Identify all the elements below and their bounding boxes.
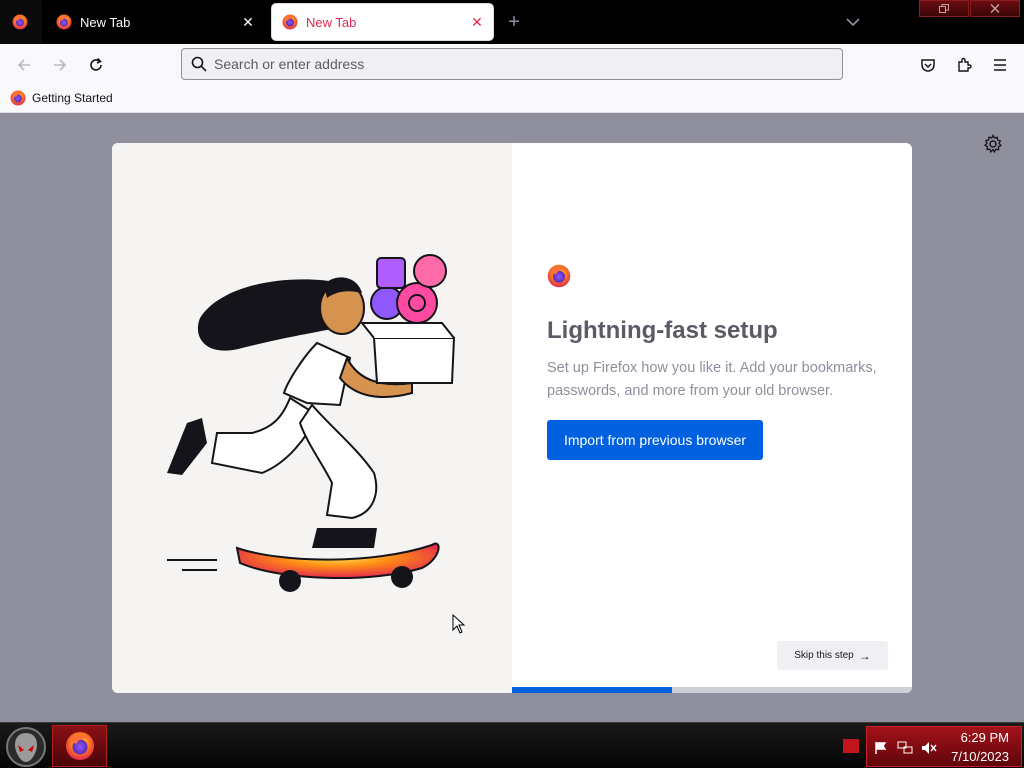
notification-icon[interactable] bbox=[843, 739, 859, 753]
taskbar: 6:29 PM 7/10/2023 bbox=[0, 722, 1024, 768]
pocket-icon bbox=[921, 59, 935, 72]
alien-start-icon bbox=[6, 727, 46, 767]
progress-fill bbox=[512, 687, 672, 693]
page-title: Lightning-fast setup bbox=[547, 317, 778, 344]
bookmarks-toolbar: Getting Started bbox=[0, 85, 1024, 113]
tab-label: New Tab bbox=[306, 14, 357, 30]
firefox-logo-icon bbox=[12, 14, 28, 30]
back-arrow-icon bbox=[17, 59, 30, 71]
progress-bar bbox=[512, 687, 912, 693]
tab-label: New Tab bbox=[80, 14, 131, 30]
back-button[interactable] bbox=[11, 52, 37, 78]
chevron-down-icon bbox=[846, 18, 860, 26]
speaker-muted-icon[interactable] bbox=[921, 741, 937, 755]
hamburger-menu-icon bbox=[994, 59, 1006, 71]
plus-icon: + bbox=[508, 10, 520, 33]
bookmark-label: Getting Started bbox=[32, 91, 113, 105]
firefox-logo-icon bbox=[56, 14, 72, 30]
restore-icon bbox=[939, 4, 949, 13]
page-content: Lightning-fast setup Set up Firefox how … bbox=[0, 113, 1024, 722]
list-all-tabs-button[interactable] bbox=[842, 12, 864, 32]
forward-arrow-icon bbox=[54, 59, 67, 71]
flag-icon[interactable] bbox=[873, 741, 889, 755]
reload-icon bbox=[90, 57, 102, 71]
tab-new-tab-active[interactable]: New Tab ✕ bbox=[272, 4, 493, 40]
clock-date[interactable]: 7/10/2023 bbox=[951, 749, 1009, 764]
onboarding-card: Lightning-fast setup Set up Firefox how … bbox=[112, 143, 912, 693]
skip-label: Skip this step bbox=[794, 650, 854, 661]
forward-button[interactable] bbox=[47, 52, 73, 78]
firefox-logo-icon bbox=[282, 14, 298, 30]
firefox-logo-icon bbox=[65, 731, 95, 761]
close-icon[interactable]: ✕ bbox=[236, 10, 260, 34]
extensions-icon bbox=[958, 57, 972, 72]
skateboarder-illustration bbox=[112, 143, 512, 693]
address-bar[interactable] bbox=[181, 48, 843, 80]
system-menu[interactable] bbox=[0, 0, 42, 44]
search-icon bbox=[191, 56, 207, 72]
start-button[interactable] bbox=[3, 725, 49, 768]
mouse-cursor-icon bbox=[452, 614, 466, 634]
gear-icon bbox=[983, 134, 1002, 154]
settings-button[interactable] bbox=[983, 134, 1003, 154]
restore-window-button[interactable] bbox=[919, 0, 969, 17]
application-menu-button[interactable] bbox=[987, 52, 1013, 78]
bookmark-getting-started[interactable]: Getting Started bbox=[10, 90, 113, 106]
system-tray: 6:29 PM 7/10/2023 bbox=[866, 726, 1022, 767]
navigation-toolbar bbox=[0, 44, 1024, 85]
close-icon[interactable]: ✕ bbox=[465, 10, 489, 34]
close-window-button[interactable] bbox=[970, 0, 1020, 17]
tab-new-tab-inactive[interactable]: New Tab ✕ bbox=[46, 4, 264, 40]
firefox-logo-icon bbox=[547, 264, 571, 288]
clock-time[interactable]: 6:29 PM bbox=[961, 730, 1009, 745]
save-to-pocket-button[interactable] bbox=[915, 52, 941, 78]
arrow-right-icon: → bbox=[858, 648, 871, 663]
tab-strip: New Tab ✕ New Tab ✕ + bbox=[0, 0, 1024, 44]
import-button[interactable]: Import from previous browser bbox=[547, 420, 763, 460]
network-icon[interactable] bbox=[897, 741, 913, 755]
firefox-logo-icon bbox=[10, 90, 26, 106]
search-input[interactable] bbox=[214, 56, 814, 72]
skip-button[interactable]: Skip this step → bbox=[777, 641, 888, 670]
close-icon bbox=[990, 4, 1000, 13]
reload-button[interactable] bbox=[83, 52, 109, 78]
extensions-button[interactable] bbox=[951, 52, 977, 78]
taskbar-firefox[interactable] bbox=[52, 725, 107, 767]
new-tab-button[interactable]: + bbox=[502, 10, 526, 34]
page-subtitle: Set up Firefox how you like it. Add your… bbox=[547, 360, 877, 399]
